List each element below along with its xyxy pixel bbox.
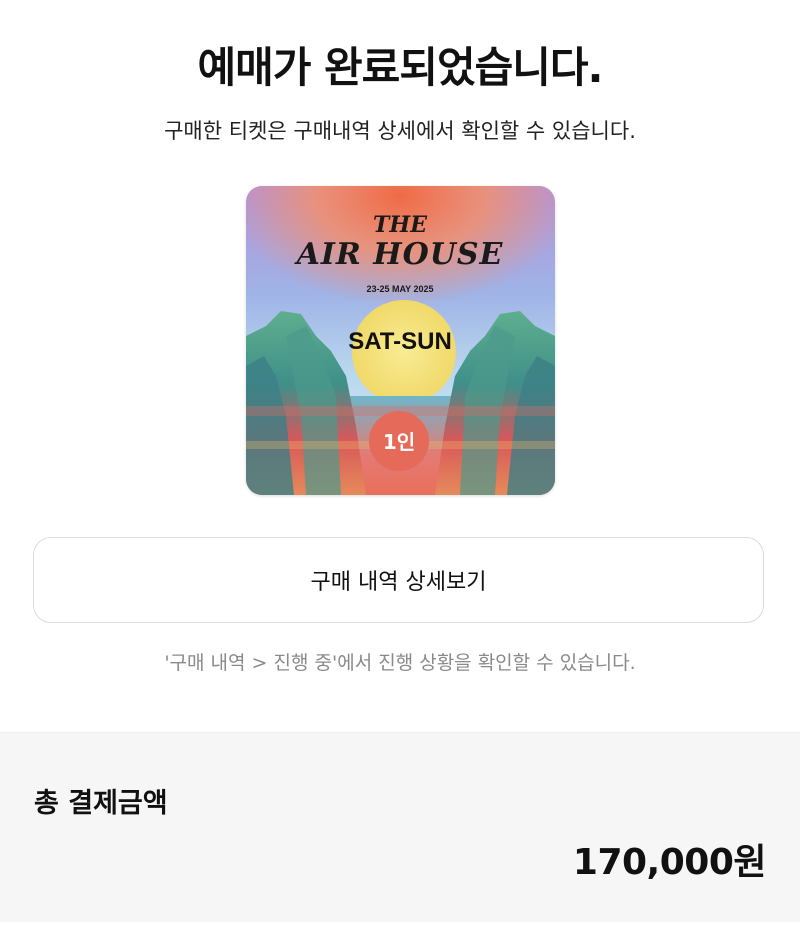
purchase-detail-button[interactable]: 구매 내역 상세보기	[33, 537, 764, 623]
ticket-poster: THE AIR HOUSE 23-25 MAY 2025 SAT-SUN 1인	[246, 186, 555, 495]
page-subtitle: 구매한 티켓은 구매내역 상세에서 확인할 수 있습니다.	[164, 119, 636, 143]
progress-note: '구매 내역 > 진행 중'에서 진행 상황을 확인할 수 있습니다.	[164, 652, 636, 674]
poster-dates: 23-25 MAY 2025	[366, 284, 433, 294]
bottom-bar	[0, 922, 800, 934]
quantity-badge-label: 1인	[383, 430, 415, 454]
poster-title-line2: AIR HOUSE	[294, 237, 504, 272]
poster-pass-type: SAT-SUN	[348, 328, 452, 355]
total-payment-label: 총 결제금액	[34, 788, 168, 819]
page-title: 예매가 완료되었습니다.	[197, 43, 604, 92]
purchase-detail-button-label: 구매 내역 상세보기	[310, 570, 487, 595]
poster-title-line1: THE	[373, 212, 428, 238]
total-payment-amount: 170,000원	[572, 842, 767, 883]
payment-summary: 총 결제금액 170,000원	[0, 732, 800, 923]
